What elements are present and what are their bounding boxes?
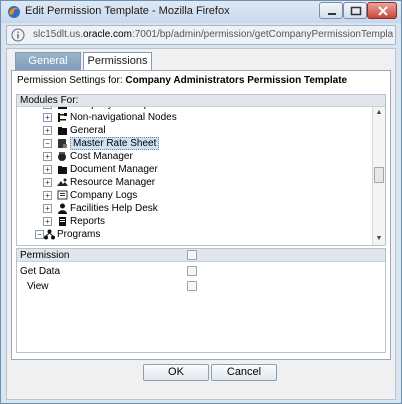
ok-button[interactable]: OK [143, 364, 209, 381]
url-host: oracle.com [83, 29, 132, 40]
expand-icon[interactable]: + [43, 204, 52, 213]
expand-icon[interactable]: + [43, 152, 52, 161]
get-data-checkbox[interactable] [187, 266, 197, 276]
modules-header: Modules For: [17, 95, 385, 107]
select-all-checkbox[interactable] [187, 250, 197, 260]
tree-item-label[interactable]: Document Manager [70, 163, 158, 176]
folder-icon [58, 166, 67, 174]
rate-sheet-icon [58, 139, 67, 148]
permission-label-get-data: Get Data [20, 266, 61, 277]
dialog-content: General Permissions Permission Settings … [6, 48, 396, 400]
reports-icon [59, 217, 66, 226]
close-button[interactable] [367, 2, 397, 19]
tree-row[interactable]: + Facilities Help Desk [17, 202, 371, 215]
tree-scrollbar[interactable]: ▲ ▼ [372, 107, 385, 245]
settings-prefix: Permission Settings for: [17, 75, 123, 86]
tree-row[interactable]: + Company Logs [17, 189, 371, 202]
resource-manager-icon [57, 178, 68, 186]
expand-icon[interactable]: + [43, 178, 52, 187]
collapse-icon[interactable]: − [43, 139, 52, 148]
view-checkbox[interactable] [187, 281, 197, 291]
collapse-icon[interactable]: − [43, 107, 52, 109]
url-path: :7001/bp/admin/permission/getCompanyPerm… [131, 29, 393, 40]
close-icon [378, 6, 388, 16]
expand-icon[interactable]: + [43, 191, 52, 200]
browser-window: Edit Permission Template - Mozilla Firef… [0, 0, 402, 404]
firefox-icon [8, 6, 20, 18]
permissions-panel: Permission Settings for: Company Adminis… [11, 70, 391, 360]
permission-header-label: Permission [20, 250, 70, 261]
tab-general[interactable]: General [15, 52, 81, 71]
permission-label-view: View [27, 281, 49, 292]
scroll-thumb[interactable] [374, 167, 384, 183]
tree-item-label[interactable]: Reports [70, 215, 105, 228]
info-icon[interactable] [11, 28, 25, 42]
cancel-button[interactable]: Cancel [211, 364, 277, 381]
tree-row[interactable]: + Resource Manager [17, 176, 371, 189]
tree-row[interactable]: + Reports [17, 215, 371, 228]
collapse-icon[interactable]: − [35, 230, 44, 239]
scroll-up-icon[interactable]: ▲ [374, 108, 384, 118]
tree-item-label[interactable]: Master Rate Sheet [70, 137, 160, 150]
tree-row[interactable]: − Master Rate Sheet [17, 137, 371, 150]
expand-icon[interactable]: + [43, 217, 52, 226]
url-prefix: slc15dlt.us. [33, 29, 84, 40]
address-bar[interactable]: slc15dlt.us.oracle.com:7001/bp/admin/per… [6, 25, 396, 45]
tab-permissions[interactable]: Permissions [83, 52, 152, 71]
expand-icon[interactable]: + [43, 113, 52, 122]
tree-item-label[interactable]: Cost Manager [70, 150, 133, 163]
tree-item-label[interactable]: Programs [57, 228, 100, 241]
tree-row[interactable]: − Programs [17, 228, 371, 241]
expand-icon[interactable]: + [43, 165, 52, 174]
tree-item-label[interactable]: General [70, 124, 106, 137]
person-icon [58, 203, 67, 214]
scroll-down-icon[interactable]: ▼ [374, 234, 384, 244]
tree-item-label[interactable]: Non-navigational Nodes [70, 111, 177, 124]
tree-row[interactable]: + General [17, 124, 371, 137]
folder-icon [58, 107, 67, 109]
minimize-icon [328, 13, 336, 15]
tree-row[interactable]: + Non-navigational Nodes [17, 111, 371, 124]
tree-nodes-icon [58, 113, 67, 122]
cost-manager-icon [58, 152, 66, 161]
template-name: Company Administrators Permission Templa… [125, 75, 348, 86]
settings-title: Permission Settings for: Company Adminis… [17, 75, 347, 86]
tree-item-label[interactable]: Facilities Help Desk [70, 202, 158, 215]
maximize-icon [350, 6, 362, 16]
title-bar: Edit Permission Template - Mozilla Firef… [1, 1, 401, 23]
tree-item-label[interactable]: Resource Manager [70, 176, 155, 189]
folder-icon [58, 127, 67, 135]
expand-icon[interactable]: + [43, 126, 52, 135]
tree-row[interactable]: + Document Manager [17, 163, 371, 176]
modules-tree-panel: Modules For: −Company Workspace+Non-navi… [16, 94, 386, 246]
window-title: Edit Permission Template - Mozilla Firef… [25, 5, 230, 17]
permission-header: Permission [17, 249, 385, 262]
permission-row: Get Data [17, 265, 385, 279]
programs-icon [44, 229, 55, 240]
permission-row: View [17, 280, 385, 294]
company-logs-icon [57, 190, 68, 200]
minimize-button[interactable] [319, 2, 343, 19]
url-text: slc15dlt.us.oracle.com:7001/bp/admin/per… [33, 29, 393, 40]
tree-item-label[interactable]: Company Logs [70, 189, 137, 202]
tree-row[interactable]: + Cost Manager [17, 150, 371, 163]
permission-panel: Permission Get Data View [16, 248, 386, 353]
modules-tree: −Company Workspace+Non-navigational Node… [17, 107, 371, 245]
maximize-button[interactable] [343, 2, 367, 19]
